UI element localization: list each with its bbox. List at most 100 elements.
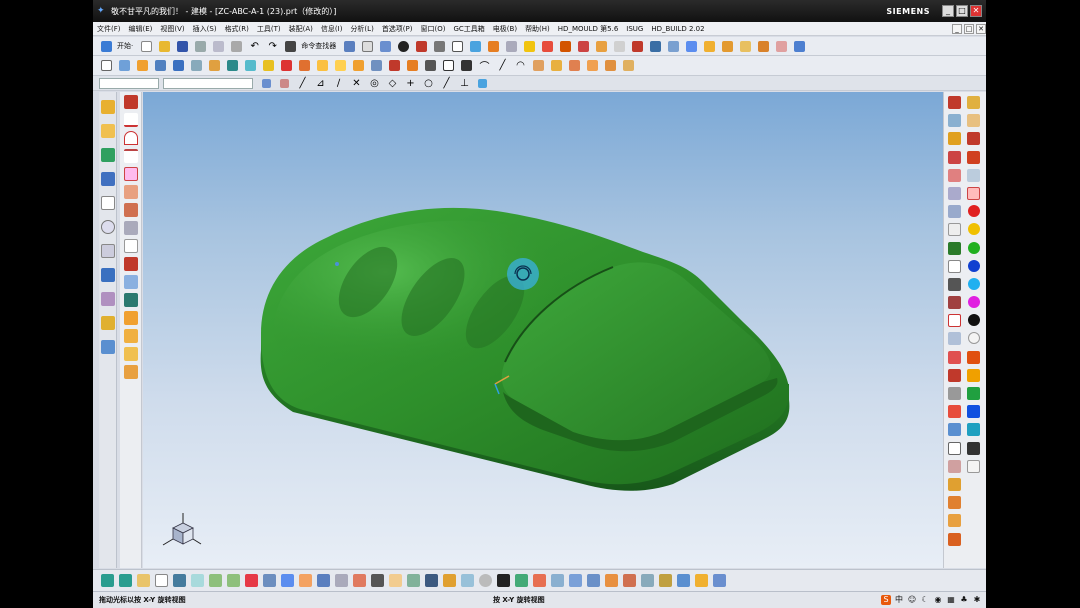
block-icon[interactable] bbox=[948, 96, 961, 109]
snap-center-icon[interactable]: ◎ bbox=[367, 76, 382, 91]
bottom-tool-10[interactable] bbox=[263, 574, 276, 587]
color-swatch-blue[interactable] bbox=[968, 259, 980, 272]
bottom-tool-19[interactable] bbox=[425, 574, 438, 587]
feature-icon-5[interactable] bbox=[630, 39, 645, 54]
cut-icon[interactable] bbox=[193, 39, 208, 54]
tool-icon-i[interactable] bbox=[948, 514, 961, 528]
bottom-tool-6[interactable] bbox=[191, 574, 204, 587]
minimize-button[interactable]: _ bbox=[942, 5, 954, 17]
sphere-tool-icon[interactable] bbox=[124, 311, 138, 325]
trim-body-icon[interactable] bbox=[351, 58, 366, 73]
bottom-tool-12[interactable] bbox=[299, 574, 312, 587]
bottom-tool-4[interactable] bbox=[155, 574, 168, 587]
feature-icon-9[interactable] bbox=[702, 39, 717, 54]
subtract-icon[interactable] bbox=[405, 58, 420, 73]
web-browser-icon[interactable] bbox=[101, 196, 115, 210]
assembly-navigator-icon[interactable] bbox=[101, 100, 115, 114]
intersect-icon[interactable] bbox=[423, 58, 438, 73]
replace-face-icon[interactable] bbox=[459, 58, 474, 73]
sphere-icon[interactable] bbox=[948, 150, 961, 164]
graphics-viewport[interactable] bbox=[143, 92, 943, 568]
extend-tool-icon[interactable] bbox=[124, 203, 138, 217]
bottom-tool-32[interactable] bbox=[659, 574, 672, 587]
color-swatch-black[interactable] bbox=[968, 314, 980, 327]
mic-icon[interactable]: ◉ bbox=[933, 595, 943, 605]
feature-icon-6[interactable] bbox=[648, 39, 663, 54]
skin-icon[interactable]: ♣ bbox=[959, 595, 969, 605]
palette-icon[interactable] bbox=[101, 340, 115, 354]
feature-icon-8[interactable] bbox=[684, 39, 699, 54]
bottom-tool-25[interactable] bbox=[533, 574, 546, 587]
snap-bound-icon[interactable]: ⊥ bbox=[457, 76, 472, 91]
menu-analysis[interactable]: 分析(L) bbox=[350, 24, 373, 34]
shell-icon[interactable] bbox=[315, 58, 330, 73]
menu-info[interactable]: 信息(I) bbox=[321, 24, 343, 34]
profile-tool-icon[interactable] bbox=[124, 95, 138, 109]
tool-icon-b[interactable] bbox=[948, 387, 961, 400]
part-navigator-icon[interactable] bbox=[101, 148, 115, 162]
block-tool-icon[interactable] bbox=[124, 329, 138, 343]
bottom-tool-16[interactable] bbox=[371, 574, 384, 587]
color-tool-2[interactable] bbox=[967, 114, 980, 128]
menu-view[interactable]: 视图(V) bbox=[160, 24, 184, 34]
bottom-tool-8[interactable] bbox=[227, 574, 240, 587]
arc-tool-icon[interactable] bbox=[124, 131, 138, 145]
color-cube-cyan[interactable] bbox=[967, 423, 980, 437]
snap-endpoint-icon[interactable]: ╱ bbox=[295, 76, 310, 91]
menu-format[interactable]: 格式(R) bbox=[225, 24, 249, 34]
bottom-tool-20[interactable] bbox=[443, 574, 456, 587]
offset-tool-icon[interactable] bbox=[124, 221, 138, 235]
color-tool-1[interactable] bbox=[967, 96, 980, 109]
bottom-tool-9[interactable] bbox=[245, 574, 258, 587]
orient-view-icon[interactable] bbox=[378, 39, 393, 54]
bottom-tool-31[interactable] bbox=[641, 574, 654, 587]
draft-icon[interactable] bbox=[333, 58, 348, 73]
model-canvas[interactable] bbox=[143, 92, 943, 568]
select-icon-2[interactable] bbox=[277, 76, 292, 91]
snap-face-icon[interactable] bbox=[475, 76, 490, 91]
datum-axis-icon[interactable] bbox=[948, 277, 961, 291]
menu-insert[interactable]: 插入(S) bbox=[193, 24, 217, 34]
revolve-icon[interactable] bbox=[135, 58, 150, 73]
shaded-icon[interactable] bbox=[396, 39, 411, 54]
start-icon[interactable] bbox=[99, 39, 114, 54]
color-tool-6[interactable] bbox=[967, 186, 980, 200]
reuse-library-icon[interactable] bbox=[101, 172, 115, 186]
tool-icon-c[interactable] bbox=[948, 405, 961, 419]
color-cube-orange[interactable] bbox=[967, 350, 980, 364]
face-icon[interactable] bbox=[948, 241, 961, 255]
snap-point-icon[interactable]: + bbox=[403, 76, 418, 91]
color-cube-blue[interactable] bbox=[967, 405, 980, 419]
offset-face-icon[interactable] bbox=[441, 58, 456, 73]
mirror-icon[interactable] bbox=[549, 58, 564, 73]
lang-indicator[interactable]: 中 bbox=[894, 595, 904, 605]
snap-quadrant-icon[interactable]: ◇ bbox=[385, 76, 400, 91]
tool-icon-d[interactable] bbox=[948, 423, 961, 437]
history-icon[interactable] bbox=[101, 220, 115, 234]
cone-tool-icon[interactable] bbox=[124, 293, 138, 307]
moon-icon[interactable]: ☾ bbox=[920, 595, 930, 605]
doc-minimize-button[interactable]: _ bbox=[952, 23, 962, 34]
color-tool-3[interactable] bbox=[967, 132, 980, 146]
sweep-tool-icon[interactable] bbox=[948, 205, 961, 219]
menu-electrode[interactable]: 电极(B) bbox=[493, 24, 517, 34]
measure-icon[interactable] bbox=[540, 39, 555, 54]
paste-icon[interactable] bbox=[229, 39, 244, 54]
sketch-icon[interactable] bbox=[99, 58, 114, 73]
render-style-icon[interactable] bbox=[414, 39, 429, 54]
feature-icon-14[interactable] bbox=[792, 39, 807, 54]
arc-icon[interactable]: ◠ bbox=[513, 58, 528, 73]
feature-icon-2[interactable] bbox=[576, 39, 591, 54]
polygon-tool-icon[interactable] bbox=[124, 167, 138, 181]
process-studio-icon[interactable] bbox=[101, 268, 115, 282]
tool-icon-a[interactable] bbox=[948, 368, 961, 382]
spline-tool-icon[interactable] bbox=[124, 149, 138, 163]
menu-assembly[interactable]: 装配(A) bbox=[289, 24, 313, 34]
unite-icon[interactable] bbox=[387, 58, 402, 73]
bottom-tool-21[interactable] bbox=[461, 574, 474, 587]
curve-icon[interactable]: ⌒ bbox=[477, 58, 492, 73]
snap-midpoint-icon[interactable]: ⊿ bbox=[313, 76, 328, 91]
color-cube-green[interactable] bbox=[967, 387, 980, 400]
menu-file[interactable]: 文件(F) bbox=[97, 24, 121, 34]
roles-icon[interactable] bbox=[101, 292, 115, 306]
